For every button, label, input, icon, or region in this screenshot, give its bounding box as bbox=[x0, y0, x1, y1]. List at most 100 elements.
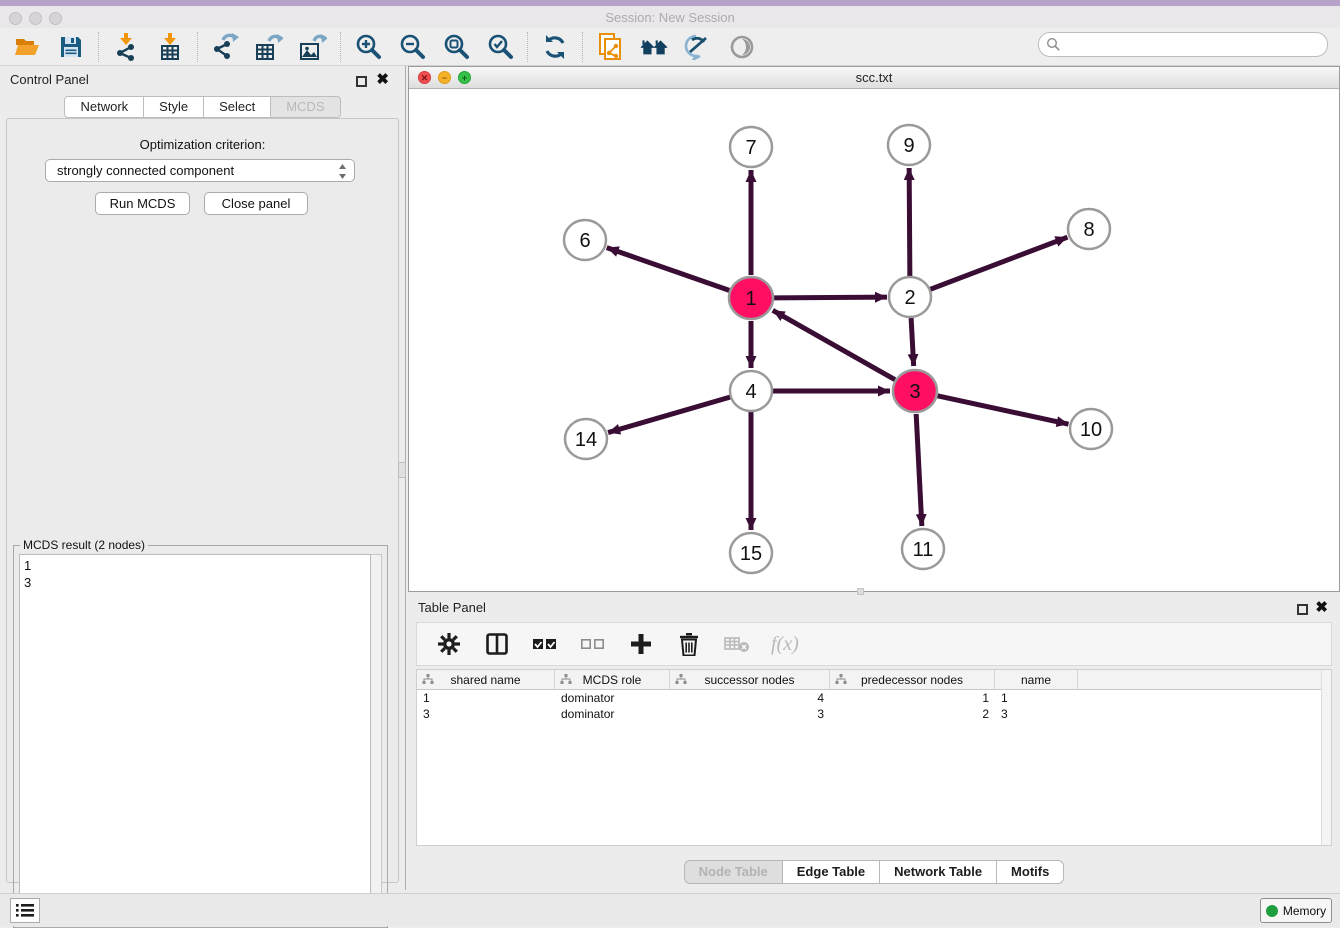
delete-icon[interactable] bbox=[675, 630, 703, 658]
graph-node-14[interactable]: 14 bbox=[565, 419, 607, 459]
table-cell[interactable]: 1 bbox=[417, 691, 555, 705]
graph-edge-4-14[interactable] bbox=[608, 397, 731, 433]
mcds-result-scrollbar[interactable] bbox=[371, 554, 382, 922]
eye-icon[interactable] bbox=[728, 33, 756, 61]
graph-node-3[interactable]: 3 bbox=[893, 370, 937, 412]
function-builder-icon[interactable]: f(x) bbox=[771, 633, 799, 656]
run-mcds-button[interactable]: Run MCDS bbox=[95, 192, 190, 215]
table-cell[interactable]: 1 bbox=[830, 691, 995, 705]
zoom-selected-icon[interactable] bbox=[486, 33, 514, 61]
tab-mcds[interactable]: MCDS bbox=[271, 96, 340, 118]
open-session-icon[interactable] bbox=[13, 33, 41, 61]
table-row[interactable]: 3dominator323 bbox=[417, 706, 1331, 722]
column-header-MCDS-role[interactable]: MCDS role bbox=[555, 670, 670, 689]
graph-edge-3-10[interactable] bbox=[937, 396, 1068, 424]
refresh-icon[interactable] bbox=[541, 33, 569, 61]
table-cell[interactable]: 3 bbox=[417, 707, 555, 721]
table-cell[interactable]: dominator bbox=[555, 707, 670, 721]
select-all-icon[interactable] bbox=[531, 630, 559, 658]
graph-node-10[interactable]: 10 bbox=[1070, 409, 1112, 449]
float-panel-icon[interactable] bbox=[356, 74, 367, 92]
close-table-panel-icon[interactable]: ✖ bbox=[1315, 602, 1328, 613]
table-cell[interactable]: dominator bbox=[555, 691, 670, 705]
graph-node-8[interactable]: 8 bbox=[1068, 209, 1110, 249]
search-icon bbox=[1046, 37, 1061, 52]
column-header-successor-nodes[interactable]: successor nodes bbox=[670, 670, 830, 689]
graph-node-9[interactable]: 9 bbox=[888, 125, 930, 165]
table-row[interactable]: 1dominator411 bbox=[417, 690, 1331, 706]
duplicate-network-icon[interactable] bbox=[596, 33, 624, 61]
tab-select[interactable]: Select bbox=[204, 96, 271, 118]
svg-text:14: 14 bbox=[575, 429, 597, 451]
horizontal-splitter-grip[interactable] bbox=[857, 588, 864, 595]
zoom-out-icon[interactable] bbox=[398, 33, 426, 61]
gear-icon[interactable] bbox=[435, 630, 463, 658]
save-session-icon[interactable] bbox=[57, 33, 85, 61]
table-scrollbar[interactable] bbox=[1321, 670, 1331, 845]
svg-text:9: 9 bbox=[903, 135, 914, 157]
svg-text:8: 8 bbox=[1083, 219, 1094, 241]
graph-node-15[interactable]: 15 bbox=[730, 533, 772, 573]
table-cell[interactable]: 1 bbox=[995, 691, 1078, 705]
network-view-window: ✕ − + scc.txt 7 9 6 8 1 2 4 3 14 10 15 11 bbox=[408, 66, 1340, 592]
task-history-button[interactable] bbox=[10, 898, 40, 923]
export-table-icon[interactable] bbox=[255, 33, 283, 61]
tab-network[interactable]: Network bbox=[64, 96, 144, 118]
vertical-splitter-grip[interactable] bbox=[398, 462, 406, 478]
deselect-all-icon[interactable] bbox=[579, 630, 607, 658]
graph-node-6[interactable]: 6 bbox=[564, 220, 606, 260]
graph-edge-1-2[interactable] bbox=[774, 297, 887, 298]
table-cell[interactable]: 2 bbox=[830, 707, 995, 721]
tab-network-table[interactable]: Network Table bbox=[880, 860, 997, 884]
graph-node-2[interactable]: 2 bbox=[889, 277, 931, 317]
graph-node-4[interactable]: 4 bbox=[730, 371, 772, 411]
import-table-icon[interactable] bbox=[156, 33, 184, 61]
control-panel: Control Panel ✖ NetworkStyleSelectMCDS O… bbox=[0, 66, 405, 890]
table-panel: Table Panel ✖ f(x) shared nameMCDS roles… bbox=[408, 595, 1340, 890]
network-canvas[interactable]: 7 9 6 8 1 2 4 3 14 10 15 11 bbox=[409, 89, 1339, 591]
tab-style[interactable]: Style bbox=[144, 96, 204, 118]
graph-edge-3-11[interactable] bbox=[916, 414, 922, 526]
table-cell[interactable]: 3 bbox=[670, 707, 830, 721]
tab-node-table[interactable]: Node Table bbox=[684, 860, 783, 884]
mcds-result-text[interactable]: 1 3 bbox=[19, 554, 371, 922]
zoom-fit-icon[interactable] bbox=[442, 33, 470, 61]
graph-node-11[interactable]: 11 bbox=[902, 529, 944, 569]
search-input[interactable] bbox=[1038, 32, 1328, 57]
graph-edge-2-3[interactable] bbox=[911, 318, 914, 366]
svg-text:2: 2 bbox=[904, 287, 915, 309]
graph-node-1[interactable]: 1 bbox=[729, 277, 773, 319]
tab-motifs[interactable]: Motifs bbox=[997, 860, 1064, 884]
float-table-panel-icon[interactable] bbox=[1297, 602, 1308, 620]
column-header-name[interactable]: name bbox=[995, 670, 1078, 689]
zoom-in-icon[interactable] bbox=[354, 33, 382, 61]
graph-edge-2-9[interactable] bbox=[909, 168, 910, 276]
graph-edge-3-1[interactable] bbox=[773, 310, 895, 379]
tab-edge-table[interactable]: Edge Table bbox=[783, 860, 880, 884]
export-image-icon[interactable] bbox=[299, 33, 327, 61]
graph-node-7[interactable]: 7 bbox=[730, 127, 772, 167]
column-header-shared-name[interactable]: shared name bbox=[417, 670, 555, 689]
column-header-predecessor-nodes[interactable]: predecessor nodes bbox=[830, 670, 995, 689]
list-icon bbox=[16, 903, 34, 918]
home-icon[interactable] bbox=[640, 33, 668, 61]
memory-button[interactable]: Memory bbox=[1260, 898, 1332, 923]
table-cell[interactable]: 4 bbox=[670, 691, 830, 705]
network-window-titlebar[interactable]: ✕ − + scc.txt bbox=[409, 67, 1339, 89]
criterion-dropdown[interactable]: strongly connected component bbox=[45, 159, 355, 182]
node-table[interactable]: shared nameMCDS rolesuccessor nodesprede… bbox=[416, 669, 1332, 846]
close-panel-icon[interactable]: ✖ bbox=[376, 74, 389, 85]
mcds-result-title: MCDS result (2 nodes) bbox=[20, 538, 148, 552]
add-column-icon[interactable] bbox=[627, 630, 655, 658]
export-network-icon[interactable] bbox=[211, 33, 239, 61]
column-pane-icon[interactable] bbox=[483, 630, 511, 658]
svg-text:15: 15 bbox=[740, 543, 762, 565]
close-panel-button[interactable]: Close panel bbox=[204, 192, 308, 215]
table-tabs: Node TableEdge TableNetwork TableMotifs bbox=[408, 860, 1340, 884]
import-network-icon[interactable] bbox=[112, 33, 140, 61]
graph-edge-2-8[interactable] bbox=[930, 237, 1068, 289]
table-cell[interactable]: 3 bbox=[995, 707, 1078, 721]
delete-column-icon[interactable] bbox=[723, 630, 751, 658]
hide-tips-icon[interactable] bbox=[684, 33, 712, 61]
graph-edge-1-6[interactable] bbox=[607, 248, 730, 291]
